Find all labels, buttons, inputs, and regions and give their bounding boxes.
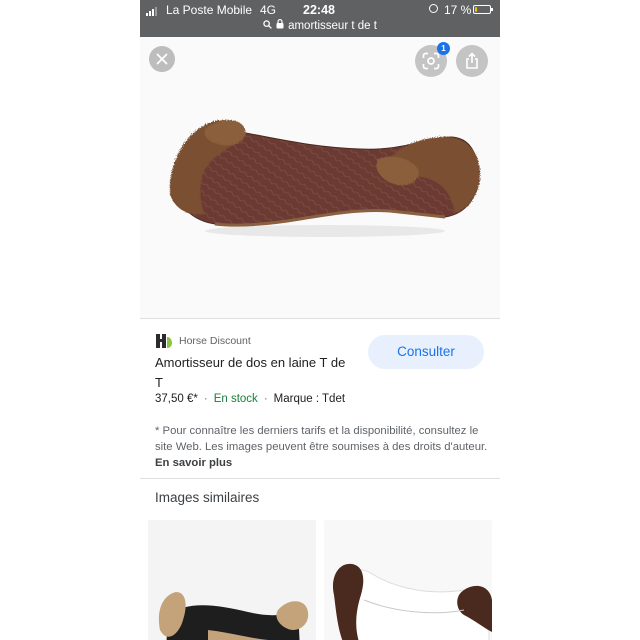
similar-images-title: Images similaires — [155, 490, 260, 505]
image-viewer: 1 — [140, 37, 500, 318]
carrier-name: La Poste Mobile — [166, 3, 253, 17]
source-name: Horse Discount — [179, 335, 251, 347]
product-title[interactable]: Amortisseur de dos en laine T de T — [155, 353, 355, 393]
url-text: amortisseur t de t — [288, 20, 377, 32]
learn-more-link[interactable]: En savoir plus — [155, 457, 232, 469]
battery-icon — [473, 5, 493, 14]
horse-discount-logo-icon — [156, 334, 172, 348]
notice-text: * Pour connaître les derniers tarifs et … — [155, 425, 488, 453]
status-bar: La Poste Mobile 4G 22:48 17 % amortisseu… — [140, 0, 500, 37]
battery-percent: 17 % — [444, 3, 472, 17]
close-button[interactable] — [149, 46, 175, 72]
product-meta: 37,50 €* · En stock · Marque : Tdet — [155, 393, 346, 405]
address-bar[interactable]: amortisseur t de t — [140, 19, 500, 32]
stock-status: En stock — [213, 393, 258, 405]
share-button[interactable] — [456, 45, 488, 77]
product-brand: Marque : Tdet — [273, 393, 346, 405]
divider — [140, 318, 500, 319]
share-icon — [466, 52, 478, 69]
similar-image-thumb[interactable] — [324, 520, 492, 640]
similar-image-1 — [148, 520, 316, 640]
signal-icon — [146, 7, 157, 16]
product-price: 37,50 €* — [155, 393, 198, 405]
product-image — [169, 120, 481, 237]
price-notice: * Pour connaître les derniers tarifs et … — [155, 423, 490, 471]
lock-icon — [276, 19, 284, 32]
phone-screen: La Poste Mobile 4G 22:48 17 % amortisseu… — [140, 0, 500, 640]
divider — [140, 478, 500, 479]
consult-button[interactable]: Consulter — [368, 335, 484, 369]
clock: 22:48 — [303, 3, 335, 17]
source[interactable]: Horse Discount — [155, 333, 251, 349]
lens-icon — [422, 52, 440, 70]
similar-image-2 — [324, 520, 492, 640]
network-type: 4G — [260, 3, 277, 17]
search-icon — [263, 20, 272, 32]
close-icon — [156, 53, 168, 65]
similar-image-thumb[interactable] — [148, 520, 316, 640]
orientation-lock-icon — [429, 4, 438, 13]
lens-badge: 1 — [437, 42, 450, 55]
